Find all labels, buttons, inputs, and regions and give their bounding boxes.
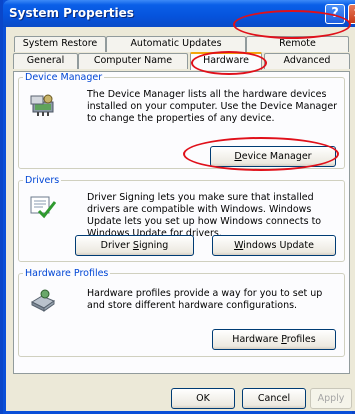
button-text: rofiles — [286, 334, 316, 345]
close-button[interactable]: × — [348, 4, 355, 24]
hardware-profiles-button[interactable]: Hardware Profiles — [212, 329, 336, 350]
tab-label: Remote — [279, 38, 316, 49]
hardware-profiles-icon — [30, 289, 56, 312]
accelerator-key: W — [234, 240, 244, 251]
tab-label: Automatic Updates — [130, 38, 222, 49]
tab-label: Computer Name — [93, 55, 173, 66]
button-text: Driver — [100, 240, 133, 251]
button-text: evice Manager — [241, 151, 312, 162]
system-properties-window: System Properties ? × System Restore Aut… — [0, 0, 355, 414]
help-button[interactable]: ? — [325, 4, 345, 24]
hardware-profiles-description: Hardware profiles provide a way for you … — [87, 288, 323, 311]
device-manager-description: The Device Manager lists all the hardwar… — [87, 89, 338, 124]
button-text: igning — [138, 240, 169, 251]
windows-update-button[interactable]: Windows Update — [212, 235, 336, 256]
drivers-legend: Drivers — [25, 175, 60, 186]
device-manager-icon — [30, 94, 54, 116]
tab-remote[interactable]: Remote — [246, 36, 349, 52]
dialog-client-area: System Restore Automatic Updates Remote … — [6, 27, 355, 411]
tab-label: General — [26, 55, 65, 66]
apply-button[interactable]: Apply — [310, 388, 352, 409]
tab-system-restore[interactable]: System Restore — [14, 36, 106, 52]
tab-automatic-updates[interactable]: Automatic Updates — [106, 36, 246, 52]
tab-general[interactable]: General — [13, 53, 78, 69]
hardware-profiles-legend: Hardware Profiles — [25, 268, 109, 279]
tab-label: Advanced — [283, 55, 331, 66]
button-text: Hardware — [232, 334, 282, 345]
cancel-button[interactable]: Cancel — [242, 388, 306, 409]
tab-label: Hardware — [203, 55, 249, 66]
driver-signing-button[interactable]: Driver Signing — [75, 235, 194, 256]
drivers-description: Driver Signing lets you make sure that i… — [87, 192, 322, 239]
device-manager-button[interactable]: Device Manager — [210, 146, 336, 167]
tab-advanced[interactable]: Advanced — [264, 53, 350, 69]
tab-hardware[interactable]: Hardware — [190, 52, 262, 70]
driver-signing-icon — [30, 196, 56, 219]
tab-computer-name[interactable]: Computer Name — [78, 53, 188, 69]
tab-label: System Restore — [22, 38, 98, 49]
title-bar[interactable]: System Properties ? × — [3, 0, 355, 27]
window-title: System Properties — [9, 6, 134, 20]
button-text: indows Update — [243, 240, 314, 251]
hardware-tab-panel: Device Manager The Device Manager lists … — [13, 71, 350, 374]
accelerator-key: D — [234, 151, 242, 162]
device-manager-legend: Device Manager — [25, 72, 103, 83]
ok-button[interactable]: OK — [171, 388, 235, 409]
